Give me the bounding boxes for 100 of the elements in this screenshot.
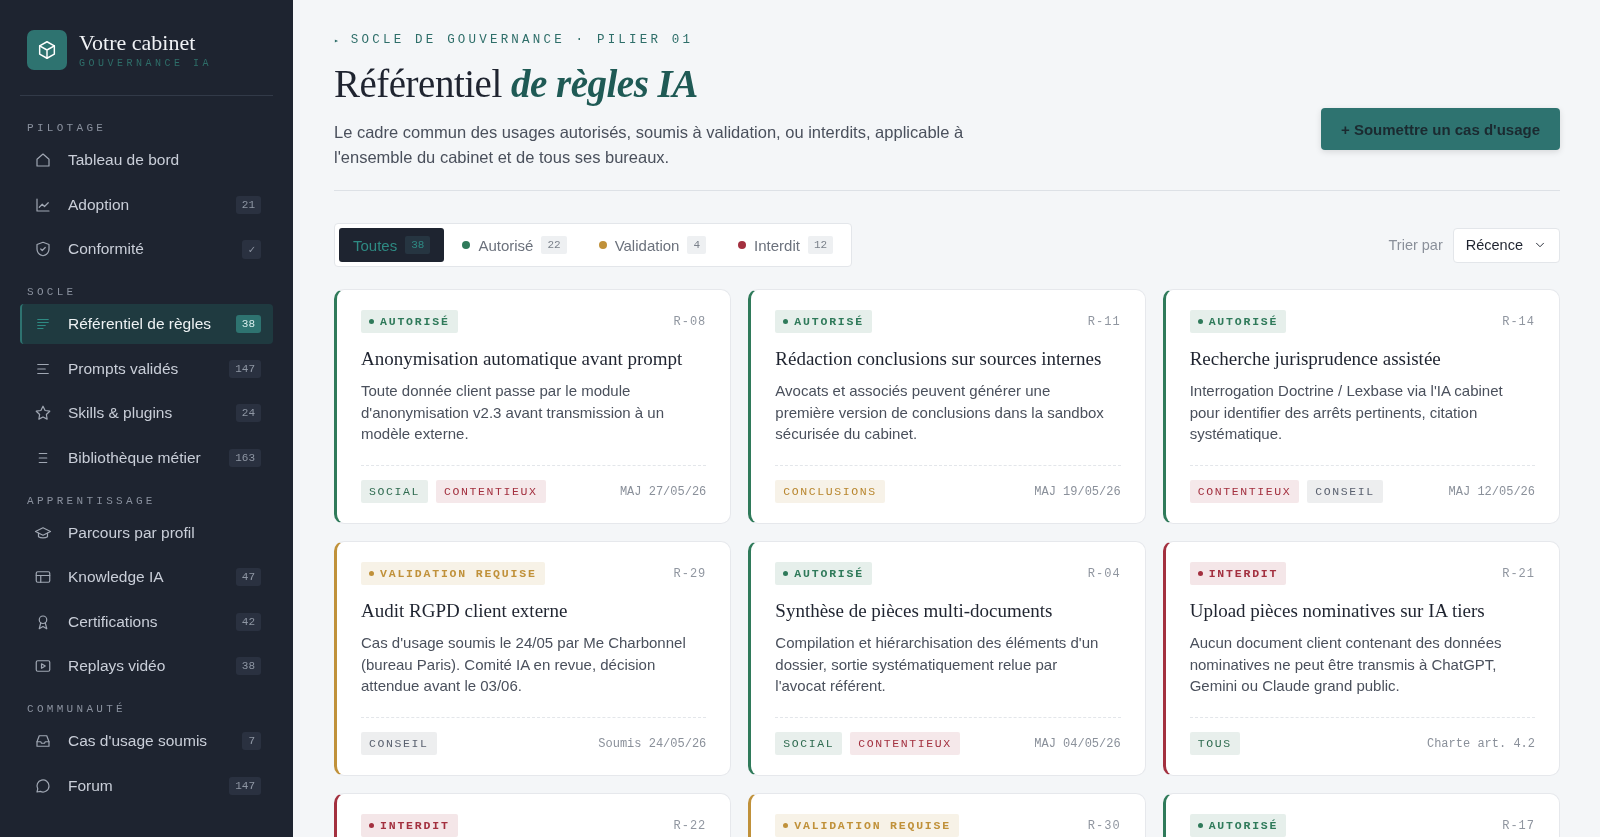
sidebar-item[interactable]: Forum 147 xyxy=(20,765,273,806)
sidebar-item[interactable]: Conformité ✓ xyxy=(20,229,273,269)
sort-dropdown[interactable]: Récence xyxy=(1452,227,1560,263)
sidebar-item[interactable]: Adoption 21 xyxy=(20,184,273,225)
item-label: Référentiel de règles xyxy=(68,315,213,333)
rule-id: R-21 xyxy=(1502,566,1535,581)
count-badge: 24 xyxy=(235,404,261,422)
item-label: Parcours par profil xyxy=(68,523,196,542)
item-label: Replays vidéo xyxy=(68,657,167,675)
sidebar-item[interactable]: Cas d'usage soumis 7 xyxy=(20,721,273,761)
update-date: Soumis 24/05/26 xyxy=(598,736,707,751)
sidebar-item[interactable]: Knowledge IA 47 xyxy=(20,557,273,597)
page-description: Le cadre commun des usages autorisés, soumis à validation, ou interdits, applicable à l'ensemble du cabinet et de tous ses bureaux. xyxy=(334,122,965,168)
brand-name: Votre cabinet xyxy=(79,30,197,56)
update-date: MAJ 19/05/26 xyxy=(1034,484,1121,499)
item-label: Certifications xyxy=(68,612,159,631)
count-badge: 38 xyxy=(405,236,431,254)
rule-id: R-17 xyxy=(1502,818,1535,833)
tag: SOCIAL xyxy=(361,480,428,503)
triangle-icon: ▸ xyxy=(334,35,339,45)
item-label: Forum xyxy=(68,776,114,795)
rule-id: R-08 xyxy=(673,314,707,329)
filter-tab[interactable]: Validation 4 xyxy=(584,228,721,262)
section-label: PILOTAGE xyxy=(26,122,108,134)
rule-title: Upload pièces nominatives sur IA tiers xyxy=(1189,600,1486,622)
count-badge: 21 xyxy=(235,195,261,214)
rule-id: R-14 xyxy=(1502,314,1535,329)
count-badge: 4 xyxy=(687,236,707,254)
sort-label: Trier par xyxy=(1388,237,1443,253)
item-label: Prompts validés xyxy=(68,359,180,378)
count-badge: 147 xyxy=(229,359,261,378)
rule-description: Avocats et associés peuvent générer une première version de conclusions dans la sandbox sécurisée du cabinet. xyxy=(775,381,1105,444)
tag: TOUS xyxy=(1189,732,1240,755)
rule-id: R-22 xyxy=(673,818,707,833)
sidebar-item[interactable]: Certifications 42 xyxy=(20,601,273,642)
tag: CONCLUSIONS xyxy=(775,480,885,503)
eyebrow-label: SOCLE DE GOUVERNANCE · PILIER 01 xyxy=(350,33,694,47)
count-badge: 38 xyxy=(235,315,261,333)
rule-description: Toute donnée client passe par le module d'anonymisation v2.3 avant transmission à un modèle externe. xyxy=(361,381,666,444)
brand-tagline: GOUVERNANCE IA xyxy=(79,58,212,70)
count-badge: 12 xyxy=(807,236,834,254)
rule-id: R-29 xyxy=(673,566,707,581)
rule-id: R-11 xyxy=(1087,314,1121,329)
tag: CONTENTIEUX xyxy=(1189,480,1300,503)
shield-check-icon xyxy=(33,239,53,259)
tag: CONSEIL xyxy=(1307,480,1383,503)
status-badge: AUTORISÉ xyxy=(775,310,872,333)
count-badge: 147 xyxy=(229,776,261,795)
section-label: COMMUNAUTÉ xyxy=(26,703,127,715)
count-badge: 163 xyxy=(229,448,261,467)
rule-id: R-04 xyxy=(1087,566,1121,581)
sidebar-item[interactable]: Skills & plugins 24 xyxy=(20,393,273,433)
rule-description: Compilation et hiérarchisation des éléments d'un dossier, sortie systématiquement relue par l'avocat référent. xyxy=(775,633,1100,696)
update-date: Charte art. 4.2 xyxy=(1426,736,1535,751)
rule-title: Audit RGPD client externe xyxy=(361,600,569,622)
item-label: Adoption xyxy=(68,195,131,214)
update-date: MAJ 27/05/26 xyxy=(619,484,707,499)
status-badge: VALIDATION REQUISE xyxy=(775,814,959,837)
item-label: Bibliothèque métier xyxy=(68,448,202,467)
sidebar-item[interactable]: Prompts validés 147 xyxy=(20,348,273,389)
status-badge: AUTORISÉ xyxy=(361,310,458,333)
rule-description: Interrogation Doctrine / Lexbase via l'IA cabinet pour identifier des arrêts pertinents, citation systématique. xyxy=(1189,381,1504,444)
section-label: APPRENTISSAGE xyxy=(26,494,157,507)
status-badge: INTERDIT xyxy=(361,814,458,837)
status-badge: AUTORISÉ xyxy=(1189,310,1287,333)
item-label: Skills & plugins xyxy=(68,404,174,422)
item-label: Cas d'usage soumis xyxy=(68,732,209,750)
star-icon xyxy=(33,403,53,423)
count-badge: 38 xyxy=(235,657,261,675)
count-badge: 42 xyxy=(235,612,261,631)
rule-id: R-30 xyxy=(1087,818,1121,833)
item-label: Conformité xyxy=(68,240,145,258)
rule-title: Synthèse de pièces multi-documents xyxy=(775,600,1054,622)
item-label: Tableau de bord xyxy=(68,151,181,169)
sidebar-item[interactable]: Référentiel de règles 38 xyxy=(20,304,273,344)
update-date: MAJ 12/05/26 xyxy=(1448,484,1535,499)
sidebar-item[interactable]: Replays vidéo 38 xyxy=(20,646,273,686)
filter-tab[interactable]: Autorisé 22 xyxy=(448,228,581,262)
count-badge: 22 xyxy=(541,236,567,254)
filter-tab[interactable]: Interdit 12 xyxy=(724,228,848,262)
status-badge: AUTORISÉ xyxy=(1189,814,1287,837)
count-badge: 47 xyxy=(235,568,261,586)
tag: CONTENTIEUX xyxy=(436,480,546,503)
section-label: SOCLE xyxy=(26,286,78,298)
tag: SOCIAL xyxy=(775,732,843,755)
sidebar-item[interactable]: Tableau de bord xyxy=(20,140,273,180)
sidebar-item[interactable]: Parcours par profil xyxy=(20,512,273,553)
tag: CONTENTIEUX xyxy=(850,732,960,755)
update-date: MAJ 04/05/26 xyxy=(1034,736,1121,751)
page-title: Référentiel de règles IA xyxy=(334,61,699,106)
rule-title: Rédaction conclusions sur sources internes xyxy=(775,348,1103,370)
count-badge: ✓ xyxy=(242,239,261,259)
sidebar-item[interactable]: Bibliothèque métier 163 xyxy=(20,437,273,478)
rule-description: Aucun document client contenant des données nominatives ne peut être transmis à ChatGPT, Gemini ou Claude grand public. xyxy=(1189,633,1503,696)
rule-title: Anonymisation automatique avant prompt xyxy=(361,348,684,370)
filter-tab[interactable]: Toutes 38 xyxy=(339,228,445,262)
status-badge: INTERDIT xyxy=(1189,562,1287,585)
item-label: Knowledge IA xyxy=(68,568,165,586)
count-badge: 7 xyxy=(242,732,261,750)
rule-description: Cas d'usage soumis le 24/05 par Me Charbonnel (bureau Paris). Comité IA en revue, décision attendue avant le 03/06. xyxy=(361,633,687,696)
